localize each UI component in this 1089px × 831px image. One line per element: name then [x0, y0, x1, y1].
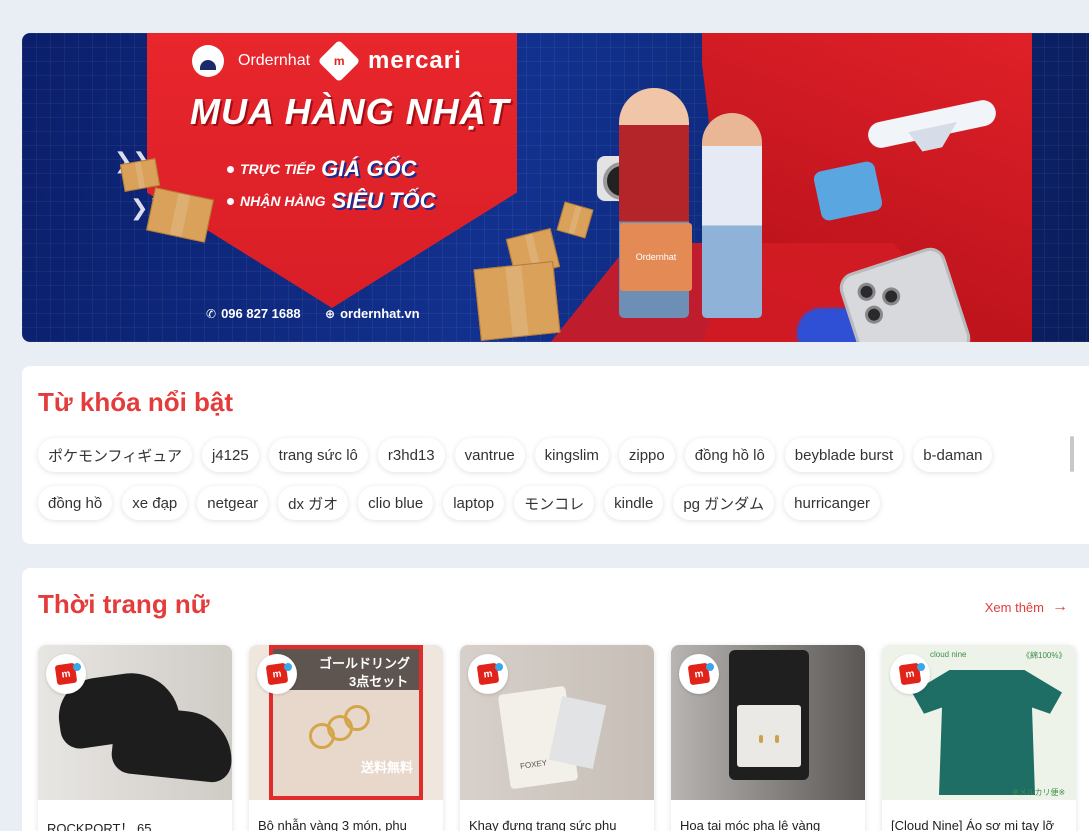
keyword-chip[interactable]: pg ガンダム: [673, 486, 775, 520]
keyword-chip[interactable]: vantrue: [454, 438, 525, 472]
keyword-row-1: ポケモンフィギュア j4125 trang sức lô r3hd13 vant…: [38, 438, 993, 472]
banner-bullet-1: TRỰC TIẾP GIÁ GỐC: [227, 156, 416, 182]
keyword-row-2: đồng hồ xe đạp netgear dx ガオ clio blue l…: [38, 486, 881, 520]
product-title: Hoa tai móc pha lê vàng: [680, 818, 821, 831]
keyword-chip[interactable]: kindle: [604, 486, 664, 520]
ordernhat-logo-icon: [192, 45, 224, 77]
keyword-chip[interactable]: beyblade burst: [784, 438, 904, 472]
banner-website: ⊕ ordernhat.vn: [325, 306, 420, 321]
product-card[interactable]: ゴールドリング 3点セット 送料無料 m Bộ nhẫn vàng 3 món,…: [249, 645, 443, 831]
see-more-label: Xem thêm: [984, 599, 1044, 615]
mercari-badge-icon: m: [679, 654, 719, 694]
fashion-title: Thời trang nữ: [38, 589, 210, 619]
mercari-badge-icon: m: [468, 654, 508, 694]
keyword-chip[interactable]: b-daman: [913, 438, 993, 472]
mercari-logo-icon: m: [317, 39, 361, 83]
keyword-chip[interactable]: r3hd13: [377, 438, 445, 472]
product-title: [Cloud Nine] Áo sơ mi tay lỡ: [891, 818, 1054, 831]
product-card[interactable]: FOXEY m Khay đựng trang sức phụ: [460, 645, 654, 831]
product-card[interactable]: m ROCKPORT！ 65: [38, 645, 232, 831]
mercari-badge-icon: m: [890, 654, 930, 694]
see-more-link[interactable]: Xem thêm →: [985, 598, 1068, 616]
banner-headline: MUA HÀNG NHẬT: [190, 91, 510, 132]
keywords-title: Từ khóa nổi bật: [38, 387, 234, 417]
keywords-scrollbar[interactable]: [1070, 436, 1074, 472]
banner-phone: ✆ 096 827 1688: [206, 306, 301, 321]
shopper-woman: [702, 113, 762, 318]
product-card[interactable]: cloud nine 《綿100%》 ※メルカリ便※ m [Cloud Nine…: [882, 645, 1076, 831]
product-title: ROCKPORT！ 65: [47, 821, 152, 831]
brand-name: Ordernhat: [238, 52, 311, 69]
keyword-chip[interactable]: clio blue: [358, 486, 434, 520]
keyword-chip[interactable]: kingslim: [534, 438, 609, 472]
keyword-chip[interactable]: netgear: [197, 486, 269, 520]
mercari-badge-icon: m: [257, 654, 297, 694]
keyword-chip[interactable]: ポケモンフィギュア: [38, 438, 192, 472]
banner-brand-row: Ordernhat m mercari: [192, 39, 462, 83]
banner-bullet-2: NHẬN HÀNG SIÊU TỐC: [227, 188, 435, 214]
product-title: Bộ nhẫn vàng 3 món, phụ: [258, 818, 407, 831]
partner-name: mercari: [368, 47, 462, 74]
keyword-chip[interactable]: zippo: [618, 438, 675, 472]
product-title: Khay đựng trang sức phụ: [469, 818, 617, 831]
globe-icon: ⊕: [325, 306, 336, 321]
featured-keywords-section: Từ khóa nổi bật ポケモンフィギュア j4125 trang sứ…: [22, 366, 1089, 544]
keyword-chip[interactable]: laptop: [443, 486, 505, 520]
keyword-chip[interactable]: xe đạp: [122, 486, 188, 520]
promo-banner[interactable]: Ordernhat m mercari MUA HÀNG NHẬT TRỰC T…: [22, 33, 1089, 342]
mercari-badge-icon: m: [46, 654, 86, 694]
women-fashion-section: Thời trang nữ Xem thêm → m ROCKPORT！ 65 …: [22, 568, 1089, 831]
arrow-right-icon: →: [1052, 598, 1068, 615]
shopping-bag: Ordernhat: [620, 223, 692, 291]
keyword-chip[interactable]: trang sức lô: [268, 438, 368, 472]
keyword-chip[interactable]: đồng hồ lô: [684, 438, 775, 472]
parcel-box: [473, 261, 561, 341]
keyword-chip[interactable]: hurricanger: [784, 486, 881, 520]
keyword-chip[interactable]: dx ガオ: [278, 486, 349, 520]
product-card[interactable]: m Hoa tai móc pha lê vàng: [671, 645, 865, 831]
keyword-chip[interactable]: đồng hồ: [38, 486, 113, 520]
phone-icon: ✆: [206, 306, 217, 321]
keyword-chip[interactable]: モンコレ: [514, 486, 595, 520]
keyword-chip[interactable]: j4125: [201, 438, 259, 472]
